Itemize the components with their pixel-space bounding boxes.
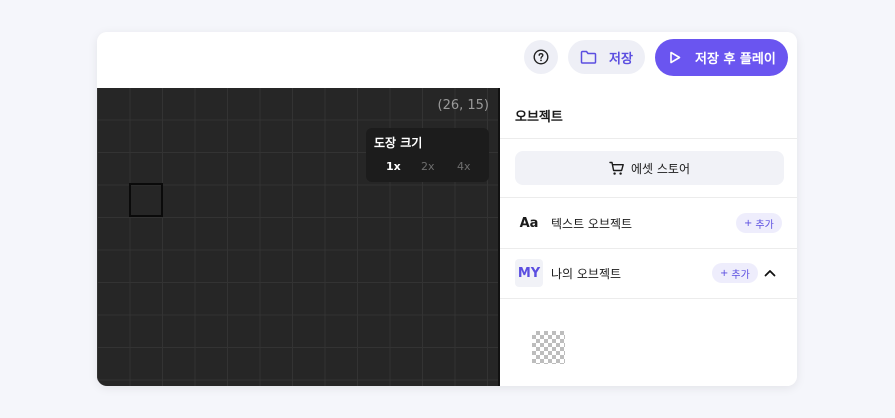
cursor-cell-highlight bbox=[129, 183, 163, 217]
my-object-icon: MY bbox=[515, 259, 543, 287]
text-object-label: 텍스트 오브젝트 bbox=[551, 217, 633, 231]
cursor-coordinate: (26, 15) bbox=[437, 98, 490, 113]
chevron-up-icon[interactable] bbox=[763, 266, 777, 280]
divider bbox=[500, 197, 797, 198]
object-panel: 오브젝트 에셋 스토어 Aa 텍스트 오브젝트 + 추가 MY 나의 오브젝트 … bbox=[500, 88, 797, 386]
editor-window: 저장 저장 후 플레이 (26, 15) 도장 크기 1x 2x 4x 오브젝트 bbox=[97, 32, 797, 386]
add-text-object-button[interactable]: + 추가 bbox=[736, 213, 782, 233]
asset-store-button[interactable]: 에셋 스토어 bbox=[515, 151, 784, 185]
top-toolbar: 저장 저장 후 플레이 bbox=[97, 32, 797, 88]
plus-icon: + bbox=[744, 217, 753, 229]
object-thumbnail-transparent[interactable] bbox=[532, 331, 565, 364]
divider bbox=[500, 248, 797, 249]
save-button-label: 저장 bbox=[609, 51, 633, 67]
help-button[interactable] bbox=[524, 40, 558, 74]
asset-store-label: 에셋 스토어 bbox=[630, 161, 690, 176]
stamp-size-title: 도장 크기 bbox=[374, 136, 423, 150]
save-and-play-button[interactable]: 저장 후 플레이 bbox=[655, 39, 788, 76]
text-object-icon: Aa bbox=[519, 215, 539, 231]
question-circle-icon bbox=[533, 49, 549, 65]
my-object-label: 나의 오브젝트 bbox=[551, 267, 622, 281]
plus-icon: + bbox=[720, 267, 729, 279]
panel-title: 오브젝트 bbox=[515, 110, 563, 125]
save-and-play-label: 저장 후 플레이 bbox=[695, 52, 776, 67]
stamp-size-option-1x[interactable]: 1x bbox=[386, 160, 401, 173]
play-icon bbox=[670, 51, 681, 64]
divider bbox=[500, 298, 797, 299]
add-label: 추가 bbox=[731, 269, 750, 281]
folder-icon bbox=[580, 50, 597, 64]
save-button[interactable]: 저장 bbox=[568, 40, 645, 74]
map-canvas[interactable]: (26, 15) 도장 크기 1x 2x 4x bbox=[97, 88, 499, 386]
stamp-size-option-2x[interactable]: 2x bbox=[421, 160, 435, 173]
stamp-size-panel: 도장 크기 1x 2x 4x bbox=[366, 128, 489, 182]
divider bbox=[500, 138, 797, 139]
add-my-object-button[interactable]: + 추가 bbox=[712, 263, 758, 283]
add-label: 추가 bbox=[755, 219, 774, 231]
stamp-size-option-4x[interactable]: 4x bbox=[457, 160, 471, 173]
cart-icon bbox=[609, 161, 624, 175]
